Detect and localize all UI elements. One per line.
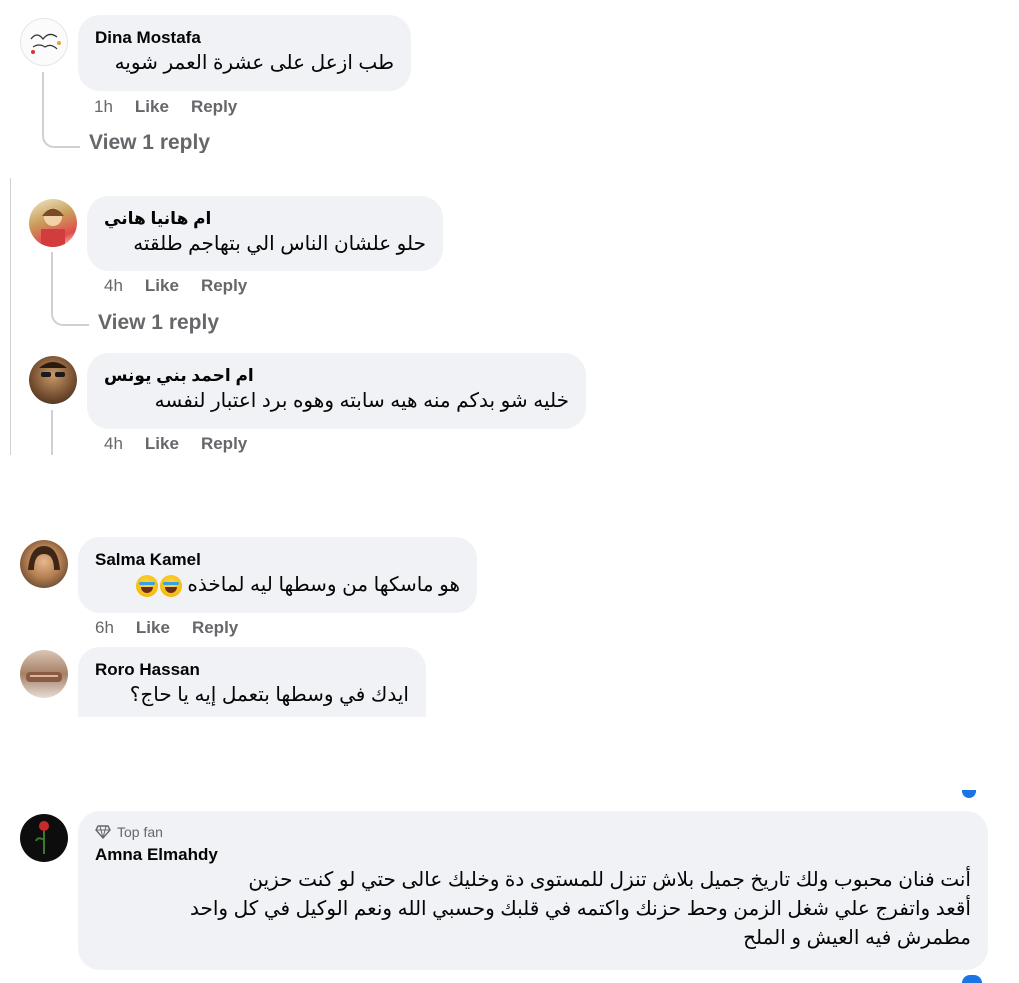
top-fan-badge: Top fan bbox=[95, 823, 971, 841]
reply-button[interactable]: Reply bbox=[192, 618, 238, 638]
comment-timestamp[interactable]: 6h bbox=[95, 618, 114, 638]
view-replies-link[interactable]: View 1 reply bbox=[98, 311, 219, 335]
avatar[interactable] bbox=[29, 199, 77, 247]
comment-bubble: Dina Mostafa طب ازعل على عشرة العمر شويه bbox=[78, 15, 411, 91]
like-button[interactable]: Like bbox=[135, 97, 169, 117]
comment-author[interactable]: ام هانيا هاني bbox=[104, 208, 211, 230]
comment-actions: 6h Like Reply bbox=[95, 618, 238, 638]
laughing-tears-emoji-icon bbox=[135, 574, 158, 597]
comment-text-body: هو ماسكها من وسطها ليه لماخذه bbox=[187, 574, 460, 596]
reply-button[interactable]: Reply bbox=[201, 276, 247, 296]
diamond-icon bbox=[95, 825, 111, 839]
comment-author[interactable]: ام احمد بني يونس bbox=[104, 365, 254, 387]
comment-text: هو ماسكها من وسطها ليه لماخذه bbox=[95, 571, 460, 599]
comment-bubble: ام احمد بني يونس خليه شو بدكم منه هيه سا… bbox=[87, 353, 586, 429]
like-button[interactable]: Like bbox=[145, 434, 179, 454]
comment-actions: 4h Like Reply bbox=[104, 276, 247, 296]
comment-author[interactable]: Dina Mostafa bbox=[95, 27, 394, 49]
comment-actions: 1h Like Reply bbox=[94, 97, 237, 117]
scroll-indicator bbox=[962, 790, 976, 798]
comment-text-line: أقعد واتفرج علي شغل الزمن وحط حزنك واكتم… bbox=[189, 898, 971, 920]
scroll-indicator bbox=[962, 975, 982, 983]
reply-button[interactable]: Reply bbox=[191, 97, 237, 117]
comment-text: حلو علشان الناس الي بتهاجم طلقته bbox=[133, 233, 426, 255]
avatar[interactable] bbox=[20, 650, 68, 698]
avatar[interactable] bbox=[20, 18, 68, 66]
thread-connector bbox=[51, 252, 89, 326]
comment-text-line: مطمرش فيه العيش و الملح bbox=[743, 927, 971, 949]
comment-timestamp[interactable]: 4h bbox=[104, 434, 123, 454]
comment-timestamp[interactable]: 4h bbox=[104, 276, 123, 296]
reply-button[interactable]: Reply bbox=[201, 434, 247, 454]
top-fan-label: Top fan bbox=[117, 824, 163, 840]
comment-author[interactable]: Salma Kamel bbox=[95, 549, 460, 571]
comment-text: ايدك في وسطها بتعمل إيه يا حاج؟ bbox=[129, 684, 409, 706]
comment-bubble: Salma Kamel هو ماسكها من وسطها ليه لماخذ… bbox=[78, 537, 477, 613]
comment-timestamp[interactable]: 1h bbox=[94, 97, 113, 117]
thread-line bbox=[10, 178, 11, 455]
thread-connector bbox=[42, 72, 80, 148]
comment-bubble: Top fan Amna Elmahdy أنت فنان محبوب ولك … bbox=[78, 811, 988, 970]
thread-line bbox=[51, 410, 53, 455]
comment-text: طب ازعل على عشرة العمر شويه bbox=[114, 52, 394, 74]
comment-bubble: Roro Hassan ايدك في وسطها بتعمل إيه يا ح… bbox=[78, 647, 426, 717]
comment-author[interactable]: Amna Elmahdy bbox=[95, 844, 971, 866]
like-button[interactable]: Like bbox=[145, 276, 179, 296]
view-replies-link[interactable]: View 1 reply bbox=[89, 131, 210, 153]
avatar[interactable] bbox=[20, 814, 68, 862]
comment-actions: 4h Like Reply bbox=[104, 434, 247, 454]
comment-author[interactable]: Roro Hassan bbox=[95, 659, 409, 681]
comment-text: خليه شو بدكم منه هيه سابته وهوه برد اعتب… bbox=[154, 390, 569, 412]
avatar[interactable] bbox=[29, 356, 77, 404]
avatar[interactable] bbox=[20, 540, 68, 588]
laughing-tears-emoji-icon bbox=[159, 574, 182, 597]
like-button[interactable]: Like bbox=[136, 618, 170, 638]
comment-text-line: أنت فنان محبوب ولك تاريخ جميل بلاش تنزل … bbox=[248, 869, 971, 891]
comment-bubble: ام هانيا هاني حلو علشان الناس الي بتهاجم… bbox=[87, 196, 443, 271]
comment-text: أنت فنان محبوب ولك تاريخ جميل بلاش تنزل … bbox=[95, 866, 971, 953]
